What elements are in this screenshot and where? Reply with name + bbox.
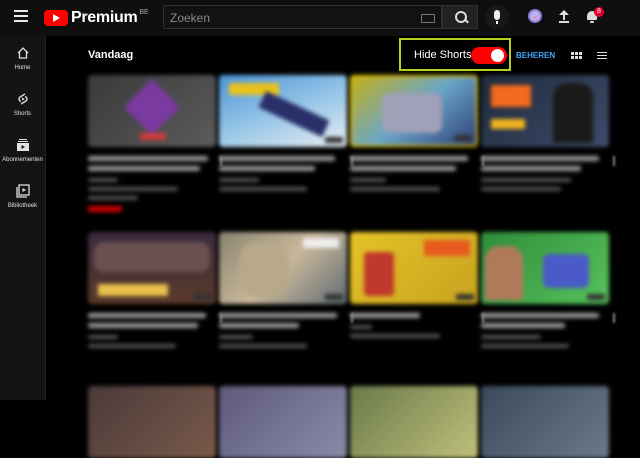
sidebar-item-shorts[interactable]: Shorts — [0, 92, 45, 117]
sidebar-item-subscriptions[interactable]: Abonnementen — [0, 138, 45, 163]
manage-button[interactable]: BEHEREN — [516, 51, 555, 60]
sidebar-item-label: Home — [14, 65, 31, 71]
sidebar: Home Shorts Abonnementen Bibliotheek — [0, 36, 46, 400]
voice-search-button[interactable] — [485, 5, 509, 29]
video-thumbnail[interactable] — [350, 386, 478, 458]
region-code: BE — [139, 8, 149, 16]
library-icon — [0, 184, 45, 200]
upload-icon[interactable] — [558, 10, 570, 24]
sidebar-item-library[interactable]: Bibliotheek — [0, 184, 45, 209]
video-thumbnail[interactable] — [481, 75, 609, 147]
video-thumbnail[interactable] — [350, 232, 478, 304]
microphone-icon — [494, 10, 500, 20]
list-view-icon[interactable] — [597, 52, 607, 60]
sidebar-item-label: Abonnementen — [2, 157, 43, 163]
search-input[interactable]: Zoeken — [163, 5, 442, 29]
video-thumbnail[interactable] — [88, 75, 216, 147]
video-thumbnail[interactable] — [481, 386, 609, 458]
menu-icon[interactable] — [14, 10, 28, 24]
video-thumbnail[interactable] — [219, 232, 347, 304]
main-feed: Vandaag Hide Shorts BEHEREN — [46, 36, 640, 458]
video-thumbnail[interactable] — [350, 75, 478, 147]
youtube-premium-logo[interactable]: Premium BE — [44, 9, 149, 27]
home-icon — [0, 46, 45, 62]
hide-shorts-toggle[interactable] — [471, 47, 507, 64]
video-thumbnail[interactable] — [219, 75, 347, 147]
search-placeholder: Zoeken — [170, 11, 211, 25]
video-thumbnail[interactable] — [88, 232, 216, 304]
search-button[interactable] — [442, 5, 478, 29]
youtube-play-icon — [44, 10, 68, 26]
sidebar-item-label: Bibliotheek — [7, 203, 38, 209]
subscriptions-icon — [0, 138, 45, 154]
video-thumbnail[interactable] — [481, 232, 609, 304]
sidebar-item-label: Shorts — [13, 111, 32, 117]
hide-shorts-control: Hide Shorts — [399, 38, 511, 71]
video-thumbnail[interactable] — [88, 386, 216, 458]
sidebar-item-home[interactable]: Home — [0, 46, 45, 71]
section-title: Vandaag — [88, 49, 134, 61]
shorts-icon — [0, 92, 45, 108]
grid-view-icon[interactable] — [571, 52, 583, 60]
hide-shorts-label: Hide Shorts — [414, 49, 472, 61]
toggle-knob — [491, 49, 504, 62]
keyboard-icon[interactable] — [421, 14, 435, 23]
video-thumbnail[interactable] — [219, 386, 347, 458]
notification-count-badge: 8 — [594, 7, 604, 17]
top-bar: Premium BE Zoeken 8 — [0, 0, 640, 36]
pig-extension-icon[interactable] — [528, 9, 542, 23]
brand-name: Premium — [71, 9, 138, 26]
